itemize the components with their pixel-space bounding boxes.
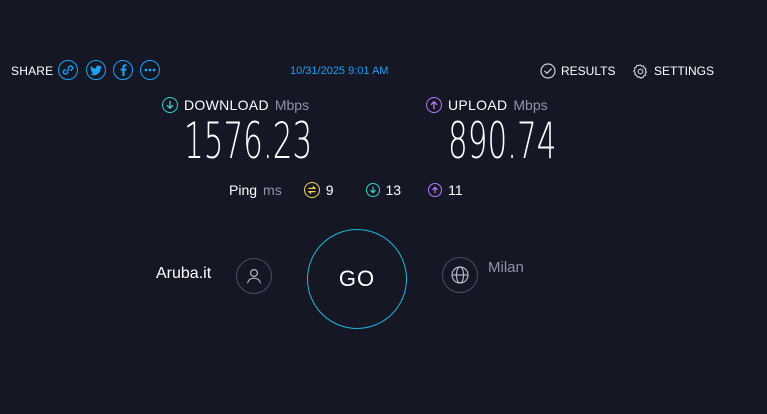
link-icon	[62, 65, 74, 75]
upload-latency-icon	[428, 183, 443, 197]
isp-button[interactable]	[236, 258, 272, 294]
isp-name[interactable]: Aruba.it	[156, 265, 211, 283]
download-latency-value: 13	[385, 182, 402, 198]
ping-unit: ms	[263, 182, 282, 198]
twitter-icon	[90, 65, 102, 75]
speedtest-app: SHARE 10/31/2025 9:01 AM RESULTS SETTING…	[0, 0, 767, 414]
download-latency-icon	[365, 183, 380, 197]
upload-latency-value: 11	[448, 182, 463, 198]
server-button[interactable]	[442, 257, 478, 293]
upload-arrow-icon	[426, 97, 442, 113]
server-name[interactable]: Milan	[488, 259, 524, 276]
test-timestamp: 10/31/2025 9:01 AM	[290, 65, 389, 77]
upload-speed-value: 890.74	[448, 112, 557, 170]
gear-icon	[633, 63, 648, 79]
idle-latency-value: 9	[325, 182, 334, 198]
download-arrow-icon	[162, 97, 178, 113]
results-label: RESULTS	[561, 64, 616, 78]
check-circle-icon	[540, 63, 556, 79]
settings-label: SETTINGS	[654, 64, 715, 78]
download-speed-value: 1576.23	[184, 112, 313, 170]
idle-latency-icon	[303, 182, 320, 198]
facebook-icon	[120, 64, 127, 76]
globe-icon	[451, 266, 469, 284]
go-button[interactable]: GO	[307, 229, 407, 329]
download-latency: 13	[365, 182, 402, 198]
share-twitter-button[interactable]	[86, 60, 106, 80]
idle-latency: 9	[303, 182, 334, 198]
share-more-button[interactable]	[140, 60, 160, 80]
go-label: GO	[338, 266, 376, 291]
results-link[interactable]: RESULTS	[540, 62, 615, 80]
share-facebook-button[interactable]	[113, 60, 133, 80]
share-label: SHARE	[11, 64, 54, 78]
ping-label: Ping	[229, 182, 258, 198]
ping-row: Ping ms 9 13 11	[229, 181, 463, 199]
user-icon	[246, 268, 262, 284]
upload-latency: 11	[428, 182, 463, 198]
share-link-button[interactable]	[58, 60, 78, 80]
settings-link[interactable]: SETTINGS	[632, 62, 714, 80]
more-icon	[144, 68, 156, 72]
